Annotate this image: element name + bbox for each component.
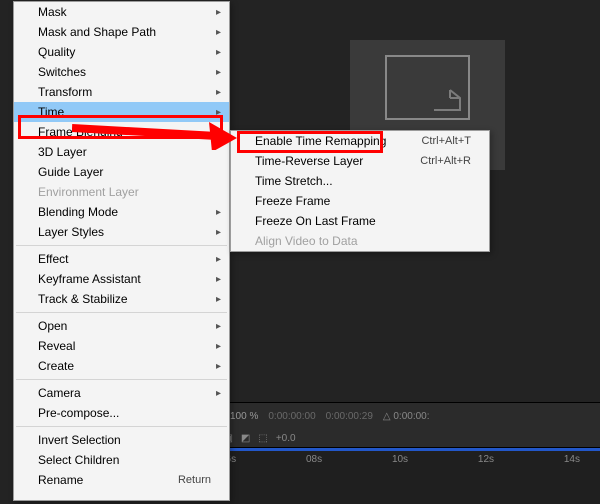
menu-track-stabilize[interactable]: Track & Stabilize [14, 289, 229, 309]
menu-3d-layer[interactable]: 3D Layer [14, 142, 229, 162]
work-area-bar[interactable] [200, 448, 600, 451]
menu-rename[interactable]: Rename Return [14, 470, 229, 490]
menu-quality[interactable]: Quality [14, 42, 229, 62]
menu-separator [16, 379, 227, 380]
menu-keyframe-assistant[interactable]: Keyframe Assistant [14, 269, 229, 289]
menu-switches[interactable]: Switches [14, 62, 229, 82]
menu-time[interactable]: Time [14, 102, 229, 122]
submenu-enable-time-remapping[interactable]: Enable Time Remapping Ctrl+Alt+T [231, 131, 489, 151]
tick: 10s [392, 454, 408, 476]
menu-layer-styles[interactable]: Layer Styles [14, 222, 229, 242]
menu-guide-layer[interactable]: Guide Layer [14, 162, 229, 182]
time-submenu[interactable]: Enable Time Remapping Ctrl+Alt+T Time-Re… [230, 130, 490, 252]
menu-reveal[interactable]: Reveal [14, 336, 229, 356]
submenu-freeze-on-last-frame[interactable]: Freeze On Last Frame [231, 211, 489, 231]
menu-invert-selection[interactable]: Invert Selection [14, 430, 229, 450]
submenu-freeze-frame[interactable]: Freeze Frame [231, 191, 489, 211]
status-row-2: ▦ ▣ ◩ ⬚ +0.0 [206, 427, 594, 449]
tick: 14s [564, 454, 580, 476]
tick: 12s [478, 454, 494, 476]
submenu-time-reverse-layer[interactable]: Time-Reverse Layer Ctrl+Alt+R [231, 151, 489, 171]
submenu-time-stretch[interactable]: Time Stretch... [231, 171, 489, 191]
timeline-panel[interactable]: 06s 08s 10s 12s 14s [200, 448, 600, 504]
menu-separator [16, 426, 227, 427]
menu-frame-blending[interactable]: Frame Blending [14, 122, 229, 142]
grid-icon[interactable]: ◩ [241, 433, 250, 444]
menu-select-children[interactable]: Select Children [14, 450, 229, 470]
exposure-value[interactable]: +0.0 [276, 433, 296, 444]
timecode-delta: △ 0:00:00: [383, 411, 430, 422]
new-comp-icon[interactable] [385, 55, 470, 120]
mask-icon[interactable]: ⬚ [258, 433, 267, 444]
menu-precompose[interactable]: Pre-compose... [14, 403, 229, 423]
menu-environment-layer: Environment Layer [14, 182, 229, 202]
menu-effect[interactable]: Effect [14, 249, 229, 269]
menu-create[interactable]: Create [14, 356, 229, 376]
menu-mask-shape-path[interactable]: Mask and Shape Path [14, 22, 229, 42]
zoom-percent[interactable]: 100 % [230, 411, 258, 422]
layer-context-menu[interactable]: Mask Mask and Shape Path Quality Switche… [13, 1, 230, 501]
tick: 08s [306, 454, 322, 476]
submenu-align-video-to-data: Align Video to Data [231, 231, 489, 251]
time-ruler: 06s 08s 10s 12s 14s [200, 454, 600, 476]
status-row-1: 100 % 0:00:00:00 0:00:00:29 △ 0:00:00: [206, 405, 594, 427]
menu-open[interactable]: Open [14, 316, 229, 336]
timecode-current: 0:00:00:00 [268, 411, 315, 422]
menu-separator [16, 245, 227, 246]
menu-separator [16, 312, 227, 313]
menu-transform[interactable]: Transform [14, 82, 229, 102]
menu-mask[interactable]: Mask [14, 2, 229, 22]
status-bar: 100 % 0:00:00:00 0:00:00:29 △ 0:00:00: ▦… [200, 402, 600, 448]
menu-blending-mode[interactable]: Blending Mode [14, 202, 229, 222]
menu-camera[interactable]: Camera [14, 383, 229, 403]
timecode-end: 0:00:00:29 [326, 411, 373, 422]
